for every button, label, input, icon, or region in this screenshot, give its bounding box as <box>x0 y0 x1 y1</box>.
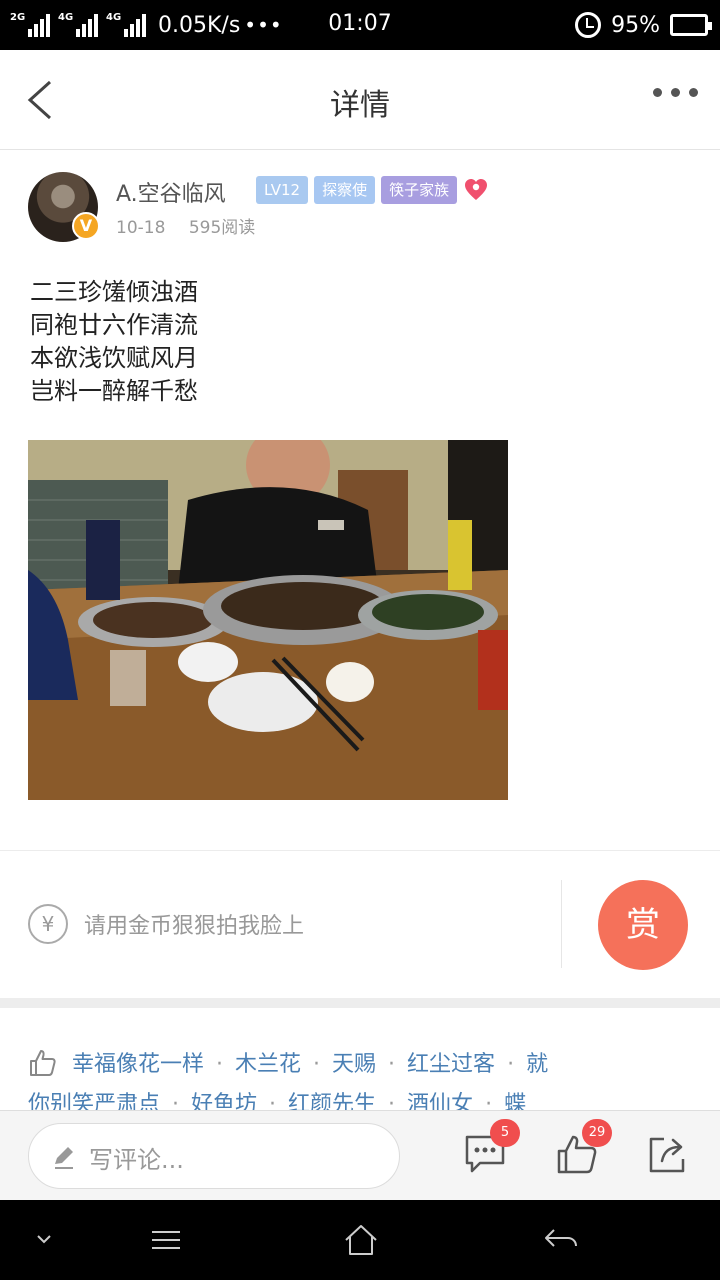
section-gap <box>0 998 720 1008</box>
more-dots-icon[interactable] <box>644 88 698 97</box>
liker-separator: · <box>388 1052 396 1077</box>
divider <box>0 850 720 851</box>
liker-name[interactable]: 你别笑严肃点 <box>28 1092 160 1110</box>
post-photo[interactable] <box>28 440 508 800</box>
reward-button[interactable]: 赏 <box>598 880 688 970</box>
liker-name[interactable]: 红颜先生 <box>288 1092 376 1110</box>
author-tags: LV12 探察使 筷子家族 <box>256 176 489 204</box>
share-button[interactable] <box>646 1133 688 1175</box>
liker-separator: · <box>485 1092 493 1110</box>
battery-icon <box>670 14 712 36</box>
home-icon[interactable] <box>342 1222 380 1258</box>
poem-line: 同袍廿六作清流 <box>30 311 198 339</box>
pen-icon <box>55 1147 73 1169</box>
verified-v-icon: V <box>72 212 100 240</box>
system-back-icon[interactable] <box>542 1222 580 1258</box>
comment-button[interactable]: 5 <box>464 1119 520 1175</box>
liker-name[interactable]: 红尘过客 <box>407 1052 495 1077</box>
likers-line: 你别笑严肃点 · 好鱼坊 · 红颜先生 · 酒仙女 · 蝶 <box>28 1086 526 1110</box>
liker-name[interactable]: 好鱼坊 <box>191 1092 257 1110</box>
comment-input[interactable]: 写评论... <box>28 1123 400 1189</box>
alarm-icon <box>575 12 602 38</box>
read-count: 595阅读 <box>188 218 256 238</box>
poem-line: 本欲浅饮赋风月 <box>30 344 198 372</box>
post-date: 10-18 <box>116 218 166 238</box>
liker-name[interactable]: 天赐 <box>332 1052 376 1077</box>
liker-name[interactable]: 就 <box>526 1052 548 1077</box>
yen-coin-icon: ¥ <box>28 904 68 944</box>
post-meta: 10-18 595阅读 <box>116 213 255 238</box>
liker-separator: · <box>216 1052 224 1077</box>
menu-icon[interactable] <box>148 1222 184 1258</box>
liker-name[interactable]: 幸福像花一样 <box>72 1052 204 1077</box>
liker-separator: · <box>269 1092 277 1110</box>
poem-line: 岂料一醉解千愁 <box>30 377 198 405</box>
family-badge: 筷子家族 <box>381 176 458 204</box>
liker-separator: · <box>507 1052 515 1077</box>
poem-line: 二三珍馐倾浊酒 <box>30 278 198 306</box>
author-name[interactable]: A.空谷临风 <box>116 176 226 208</box>
divider <box>561 880 562 968</box>
liker-separator: · <box>313 1052 321 1077</box>
battery-percent: 95% <box>611 12 660 38</box>
status-bar: 2G 4G 4G 0.05K/s ••• 01:07 95% <box>0 0 720 50</box>
reward-prompt: 请用金币狠狠拍我脸上 <box>84 914 305 939</box>
chevron-down-icon[interactable] <box>34 1222 54 1258</box>
dinner-photo-image <box>28 440 508 800</box>
top-nav-bar: 详情 <box>0 50 720 150</box>
heart-icon <box>465 179 488 200</box>
liker-name[interactable]: 蝶 <box>504 1092 526 1110</box>
share-icon <box>649 1137 685 1173</box>
likers-list: 幸福像花一样 · 木兰花 · 天赐 · 红尘过客 · 就 你别笑严肃点 · 好鱼坊 · 红颜先生 · 酒仙女… <box>28 1046 698 1110</box>
liker-name[interactable]: 酒仙女 <box>407 1092 473 1110</box>
level-badge: LV12 <box>256 176 309 204</box>
page-title: 详情 <box>330 88 390 123</box>
role-badge: 探察使 <box>314 176 376 204</box>
likers-line: 幸福像花一样 · 木兰花 · 天赐 · 红尘过客 · 就 <box>72 1046 548 1078</box>
liker-separator: · <box>172 1092 180 1110</box>
comment-count-badge: 5 <box>490 1119 520 1147</box>
post-body: 二三珍馐倾浊酒 同袍廿六作清流 本欲浅饮赋风月 岂料一醉解千愁 <box>30 276 198 408</box>
thumbs-up-icon <box>30 1050 56 1076</box>
like-button[interactable]: 29 <box>556 1119 612 1175</box>
liker-name[interactable]: 木兰花 <box>235 1052 301 1077</box>
like-count-badge: 29 <box>582 1119 612 1147</box>
status-right: 95% <box>575 9 712 41</box>
liker-separator: · <box>388 1092 396 1110</box>
system-nav-bar <box>0 1200 720 1280</box>
comment-placeholder: 写评论... <box>89 1146 184 1174</box>
comment-bar: 写评论... 5 29 <box>0 1110 720 1200</box>
